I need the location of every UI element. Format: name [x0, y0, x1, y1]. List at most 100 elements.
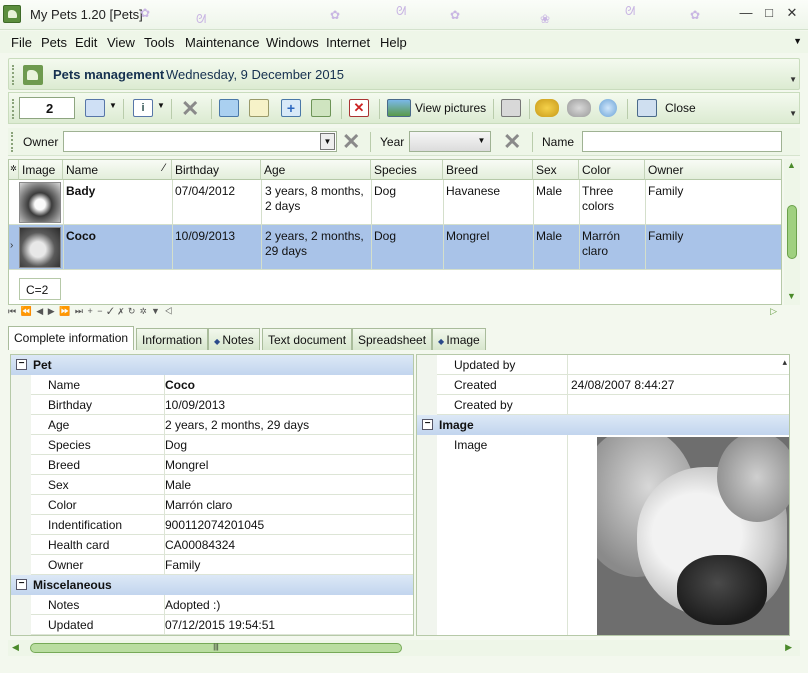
view-pictures-icon[interactable]	[387, 99, 411, 117]
menu-tools[interactable]: Tools	[144, 35, 174, 50]
section-image[interactable]: − Image	[417, 415, 789, 435]
scroll-down-icon[interactable]: ▼	[787, 291, 796, 301]
record-navigator[interactable]: ⏮ ⏪ ◀ ▶ ⏩ ⏭ + − ✓ ✗ ↻ ✲ ▼ ◁ ▷	[8, 306, 800, 320]
owner-select[interactable]: ▼	[63, 131, 337, 152]
clear-year-icon[interactable]: ✕	[503, 131, 521, 153]
cell-color-line2: colors	[582, 199, 615, 213]
menu-help[interactable]: Help	[380, 35, 407, 50]
cell-age-line1: 2 years, 2 months,	[265, 229, 364, 243]
table-row-selected[interactable]: › Coco 10/09/2013 2 years, 2 months, 29 …	[9, 225, 781, 270]
menu-windows[interactable]: Windows	[266, 35, 319, 50]
tab-image[interactable]: ◆ Image	[432, 328, 486, 350]
menu-file[interactable]: File	[11, 35, 32, 50]
close-window-button[interactable]: ✕	[782, 4, 802, 22]
column-header-breed[interactable]: Breed	[443, 160, 533, 180]
collapse-icon[interactable]: −	[16, 579, 27, 590]
toolbar-overflow-icon[interactable]: ▼	[789, 109, 797, 118]
property-label: Name	[31, 375, 165, 394]
menu-overflow-icon[interactable]: ▼	[793, 36, 802, 46]
record-number-input[interactable]: 2	[19, 97, 75, 119]
property-value: 10/09/2013	[165, 398, 226, 412]
cloud-icon[interactable]	[567, 99, 591, 117]
cell-age-line2: 2 days	[265, 199, 301, 213]
add-record-icon[interactable]: +	[281, 99, 301, 117]
tab-spreadsheet[interactable]: Spreadsheet	[352, 328, 433, 350]
info-dropdown-icon[interactable]: ▼	[157, 101, 165, 110]
menu-view[interactable]: View	[107, 35, 135, 50]
property-value: 24/08/2007 8:44:27	[571, 378, 675, 392]
chevron-down-icon[interactable]: ▼	[320, 133, 335, 150]
panel-scroll-up-icon[interactable]: ▴	[782, 357, 787, 368]
navigator-scroll-right-icon[interactable]: ▷	[770, 306, 778, 317]
property-value: Mongrel	[165, 458, 209, 472]
exit-door-icon[interactable]	[637, 99, 657, 117]
current-date: Wednesday, 9 December 2015	[166, 67, 345, 82]
column-header-name[interactable]: Name ⁄	[63, 160, 172, 180]
monitor-icon[interactable]	[219, 99, 239, 117]
toolbar-separator	[341, 99, 342, 119]
table-row[interactable]: Bady 07/04/2012 3 years, 8 months, 2 day…	[9, 180, 781, 225]
menu-pets[interactable]: Pets	[41, 35, 67, 50]
menu-edit[interactable]: Edit	[75, 35, 97, 50]
grid-vertical-scrollbar[interactable]: ▲ ▼	[784, 159, 800, 305]
scroll-up-icon[interactable]: ▲	[787, 160, 796, 170]
column-header-species[interactable]: Species	[371, 160, 443, 180]
column-header-image[interactable]: Image	[19, 160, 63, 180]
scroll-left-icon[interactable]: ◀	[12, 642, 19, 653]
copy-record-icon[interactable]	[311, 99, 331, 117]
scroll-right-icon[interactable]: ▶	[785, 642, 792, 653]
column-header-sex[interactable]: Sex	[533, 160, 579, 180]
detail-horizontal-scrollbar[interactable]: ◀ ||| ▶	[8, 640, 800, 656]
cell-color-line1: Three	[582, 184, 614, 198]
menu-maintenance[interactable]: Maintenance	[185, 35, 259, 50]
collapse-icon[interactable]: −	[16, 359, 27, 370]
column-header-owner[interactable]: Owner	[645, 160, 781, 180]
maximize-button[interactable]: □	[759, 4, 779, 22]
groups-icon[interactable]	[535, 99, 559, 117]
scroll-thumb[interactable]: |||	[30, 643, 402, 653]
grip-handle[interactable]	[11, 132, 14, 152]
column-header-color[interactable]: Color	[579, 160, 645, 180]
section-pet[interactable]: − Pet	[11, 355, 413, 375]
header-overflow-icon[interactable]: ▼	[789, 75, 797, 84]
edit-record-icon[interactable]	[249, 99, 269, 117]
cell-color-line1: Marrón	[582, 229, 621, 243]
property-value: Family	[165, 558, 201, 572]
tab-complete-information[interactable]: Complete information	[8, 326, 135, 350]
column-header-age[interactable]: Age	[261, 160, 371, 180]
scroll-thumb[interactable]	[787, 205, 797, 259]
minimize-button[interactable]: —	[736, 4, 756, 22]
grip-handle[interactable]	[12, 99, 15, 119]
print-icon[interactable]	[501, 99, 521, 117]
navigator-buttons-icon[interactable]: ⏮ ⏪ ◀ ▶ ⏩ ⏭ + − ✓ ✗ ↻ ✲ ▼ ◁	[8, 306, 173, 316]
app-dog-icon[interactable]	[3, 5, 21, 23]
chevron-down-icon[interactable]: ▼	[474, 133, 489, 150]
section-miscelaneous[interactable]: − Miscelaneous	[11, 575, 413, 595]
cell-color-line2: claro	[582, 244, 609, 258]
grid-corner-icon[interactable]: ✲	[9, 160, 19, 180]
butterfly-decoration-icon: ᘛ	[396, 4, 407, 18]
tab-notes[interactable]: ◆ Notes	[208, 328, 260, 350]
photo-nose-shape	[677, 555, 767, 625]
name-filter-input[interactable]	[582, 131, 782, 152]
search-icon[interactable]	[599, 99, 617, 117]
year-select[interactable]: ▼	[409, 131, 491, 152]
tab-text-document[interactable]: Text document	[262, 328, 353, 350]
list-view-dropdown-icon[interactable]: ▼	[109, 101, 117, 110]
info-icon[interactable]: i	[133, 99, 153, 117]
grip-handle[interactable]	[12, 65, 15, 85]
view-pictures-button[interactable]: View pictures	[415, 101, 486, 115]
column-header-birthday[interactable]: Birthday	[172, 160, 261, 180]
property-row: Age 2 years, 2 months, 29 days	[31, 415, 413, 435]
remove-record-icon[interactable]: ✕	[349, 99, 369, 117]
panel-gutter	[11, 595, 31, 635]
delete-icon[interactable]: ✕	[181, 98, 199, 120]
menu-internet[interactable]: Internet	[326, 35, 370, 50]
property-label: Health card	[31, 535, 165, 554]
tab-information[interactable]: Information	[136, 328, 209, 350]
close-button[interactable]: Close	[665, 101, 696, 115]
clear-owner-icon[interactable]: ✕	[342, 131, 360, 153]
list-view-icon[interactable]	[85, 99, 105, 117]
property-row: Updated 07/12/2015 19:54:51	[31, 615, 413, 635]
collapse-icon[interactable]: −	[422, 419, 433, 430]
